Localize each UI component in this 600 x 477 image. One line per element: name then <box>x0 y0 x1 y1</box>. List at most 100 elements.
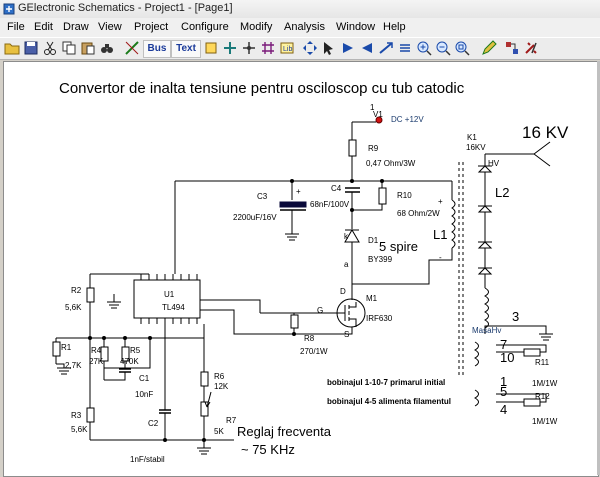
pin-4-label: 4 <box>500 402 508 417</box>
find-icon[interactable] <box>98 39 116 57</box>
r1-name: R1 <box>61 343 72 352</box>
cut-icon[interactable] <box>41 39 59 57</box>
r11-value: 1M/1W <box>532 379 558 388</box>
note-filament: bobinajul 4-5 alimenta filamentul <box>327 397 452 406</box>
toolbar: Bus Text Lib <box>0 37 600 60</box>
align-icon[interactable] <box>396 39 414 57</box>
r2-name: R2 <box>71 286 82 295</box>
library-icon[interactable]: Lib <box>278 39 296 57</box>
r9-value: 0,47 Ohm/3W <box>366 159 416 168</box>
schematic-canvas[interactable]: Convertor de inalta tensiune pentru osci… <box>3 61 599 477</box>
wire-icon[interactable] <box>123 39 141 57</box>
c2-value: 1nF/stabil <box>130 455 165 464</box>
open-folder-icon[interactable] <box>3 39 21 57</box>
window-title: GElectronic Schematics - Project1 - [Pag… <box>18 2 233 14</box>
menu-draw[interactable]: Draw <box>63 21 89 33</box>
m1-g: G <box>317 306 324 315</box>
rotate-icon[interactable] <box>339 39 357 57</box>
menu-edit[interactable]: Edit <box>34 21 53 33</box>
r6-name: R6 <box>214 372 225 381</box>
r3-name: R3 <box>71 411 82 420</box>
r9-name: R9 <box>368 144 379 153</box>
flip-icon[interactable] <box>358 39 376 57</box>
title-bar: GElectronic Schematics - Project1 - [Pag… <box>0 0 600 19</box>
schematic-title: Convertor de inalta tensiune pentru osci… <box>59 80 465 97</box>
c1-name: C1 <box>139 374 150 383</box>
svg-text:Lib: Lib <box>283 46 292 53</box>
r12-value: 1M/1W <box>532 417 558 426</box>
l1-minus: - <box>439 253 442 262</box>
copy-icon[interactable] <box>60 39 78 57</box>
d1-value: BY399 <box>368 255 393 264</box>
grid-icon[interactable] <box>259 39 277 57</box>
r11-name: R11 <box>535 358 550 367</box>
m1-s: S <box>344 330 350 339</box>
save-icon[interactable] <box>22 39 40 57</box>
k1-name: K1 <box>467 133 477 142</box>
r7-name: R7 <box>226 416 237 425</box>
menu-project[interactable]: Project <box>134 21 168 33</box>
r8-value: 270/1W <box>300 347 328 356</box>
menu-analysis[interactable]: Analysis <box>284 21 325 33</box>
c3-name: C3 <box>257 192 268 201</box>
mirror-icon[interactable] <box>377 39 395 57</box>
menu-window[interactable]: Window <box>336 21 375 33</box>
zoom-fit-icon[interactable] <box>453 39 471 57</box>
freq-label: Reglaj frecventa <box>237 424 331 439</box>
pin-5-label: 5 <box>500 384 508 399</box>
part-icon[interactable] <box>202 39 220 57</box>
hv-output-label: 16 KV <box>522 123 569 142</box>
masa-hv-label: MasaHv <box>472 326 502 335</box>
m1-name: M1 <box>366 294 378 303</box>
menu-modify[interactable]: Modify <box>240 21 272 33</box>
r10-name: R10 <box>397 191 412 200</box>
zoom-out-icon[interactable] <box>434 39 452 57</box>
r1-value: 2,7K <box>65 361 82 370</box>
l1-plus: + <box>438 197 443 206</box>
c4-name: C4 <box>331 184 342 193</box>
menu-view[interactable]: View <box>98 21 122 33</box>
l2-label: L2 <box>495 185 510 200</box>
m1-value: IRF630 <box>366 314 393 323</box>
schematic-drawing <box>52 116 553 455</box>
select-icon[interactable] <box>320 39 338 57</box>
menu-bar: File Edit Draw View Project Configure Mo… <box>0 18 600 37</box>
menu-help[interactable]: Help <box>383 21 406 33</box>
r7-value: 5K <box>214 427 224 436</box>
l1-name: L1 <box>433 227 448 242</box>
paste-icon[interactable] <box>79 39 97 57</box>
r12-name: R12 <box>535 392 550 401</box>
r5-value: 470K <box>120 357 139 366</box>
text-tool-button[interactable]: Text <box>171 40 201 58</box>
r5-name: R5 <box>130 346 141 355</box>
note-primary: bobinajul 1-10-7 primarul initial <box>327 378 446 387</box>
r10-value: 68 Ohm/2W <box>397 209 440 218</box>
r6-value: 12K <box>214 382 229 391</box>
edit-icon[interactable] <box>480 39 498 57</box>
r2-value: 5,6K <box>65 303 82 312</box>
u1-value: TL494 <box>162 303 185 312</box>
pin-3-label: 3 <box>512 309 520 324</box>
pin-10-label: 10 <box>500 350 515 365</box>
zoom-in-icon[interactable] <box>415 39 433 57</box>
move-icon[interactable] <box>301 39 319 57</box>
r4-value: 27K <box>89 357 104 366</box>
v1-name: V1 <box>373 110 383 119</box>
k1-value: 16KV <box>466 143 486 152</box>
l1-turns: 5 spire <box>379 239 419 254</box>
d1-a: a <box>344 260 349 269</box>
junction-icon[interactable] <box>240 39 258 57</box>
app-icon <box>3 3 15 15</box>
bus-icon[interactable]: Bus <box>143 40 171 58</box>
u1-name: U1 <box>164 290 175 299</box>
tools-icon[interactable] <box>522 39 540 57</box>
d1-k: k <box>344 232 348 241</box>
m1-d: D <box>340 287 346 296</box>
c2-name: C2 <box>148 419 159 428</box>
netlist-icon[interactable] <box>503 39 521 57</box>
freq-value: ~ 75 KHz <box>241 442 295 457</box>
menu-file[interactable]: File <box>7 21 25 33</box>
menu-configure[interactable]: Configure <box>181 21 229 33</box>
label-icon[interactable] <box>221 39 239 57</box>
c4-value: 68nF/100V <box>310 200 350 209</box>
